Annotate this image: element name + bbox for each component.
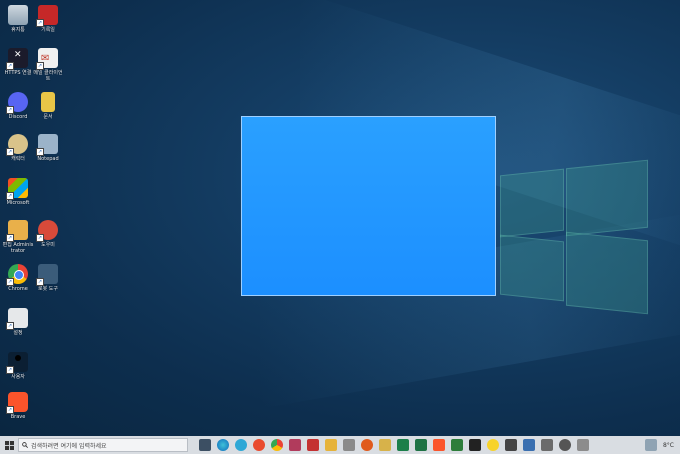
app-icon: ✕ ↗: [6, 48, 28, 70]
shortcut-arrow-icon: ↗: [36, 62, 44, 70]
shortcut-arrow-icon: ↗: [36, 234, 44, 242]
system-tray: 8°C: [642, 439, 680, 451]
desktop-icon-record[interactable]: ↗ 기록일: [33, 5, 63, 33]
app-icon[interactable]: [451, 439, 463, 451]
app-icon[interactable]: [397, 439, 409, 451]
desktop-icon-notepad[interactable]: ↗ Notepad: [33, 134, 63, 162]
desktop-icon-brave[interactable]: ↗ Brave: [3, 392, 33, 420]
shortcut-arrow-icon: ↗: [6, 106, 14, 114]
windows-icon: [4, 440, 14, 450]
icon-label: 편집 Administrator: [2, 242, 34, 254]
desktop-icon-administrator[interactable]: ↗ 편집 Administrator: [3, 220, 33, 254]
app-icon[interactable]: [253, 439, 265, 451]
shortcut-arrow-icon: ↗: [6, 406, 14, 414]
mail-icon: ✉ ↗: [36, 48, 58, 70]
excel-icon[interactable]: [415, 439, 427, 451]
icon-label: 캐릭터: [11, 156, 25, 162]
app-icon[interactable]: [469, 439, 481, 451]
icon-label: 기록일: [41, 27, 55, 33]
icon-label: Microsoft: [6, 200, 30, 206]
icon-label: 도우미: [41, 242, 55, 248]
app-icon[interactable]: [577, 439, 589, 451]
weather-text[interactable]: 8°C: [663, 442, 674, 449]
search-icon: [22, 442, 28, 448]
taskbar-search-box[interactable]: 검색하려면 여기에 입력하세요: [18, 438, 188, 452]
desktop-icon-chrome[interactable]: ↗ Chrome: [3, 264, 33, 292]
robot-icon: ↗: [36, 264, 58, 286]
microsoft-icon: ↗: [6, 178, 28, 200]
taskbar: 검색하려면 여기에 입력하세요 8°C: [0, 436, 680, 454]
shortcut-arrow-icon: ↗: [6, 192, 14, 200]
app-icon[interactable]: [289, 439, 301, 451]
task-view-icon[interactable]: [199, 439, 211, 451]
helper-icon: ↗: [36, 220, 58, 242]
folder-icon[interactable]: [379, 439, 391, 451]
recycle-bin-icon: [8, 5, 28, 25]
shortcut-arrow-icon: ↗: [6, 366, 14, 374]
desktop-icon-mail[interactable]: ✉ ↗ 메일 클라이언트: [33, 48, 63, 82]
desktop-icon-recycle-bin[interactable]: 휴지통: [3, 5, 33, 33]
icon-label: Brave: [10, 414, 26, 420]
search-app-icon[interactable]: [361, 439, 373, 451]
shortcut-arrow-icon: ↗: [36, 19, 44, 27]
character-icon: ↗: [6, 134, 28, 156]
gear-icon[interactable]: [559, 439, 571, 451]
folder-icon: [41, 92, 55, 112]
brave-icon: ↗: [6, 392, 28, 414]
search-placeholder: 검색하려면 여기에 입력하세요: [31, 442, 107, 450]
icon-label: 로봇 도구: [38, 286, 58, 292]
brave-icon[interactable]: [433, 439, 445, 451]
app-icon[interactable]: [325, 439, 337, 451]
kakaotalk-icon[interactable]: [487, 439, 499, 451]
shortcut-arrow-icon: ↗: [6, 278, 14, 286]
notepad-icon: ↗: [36, 134, 58, 156]
desktop-icon-character[interactable]: ↗ 캐릭터: [3, 134, 33, 162]
desktop-icon-settings[interactable]: ↗ 설정: [3, 308, 33, 336]
icon-label: 휴지통: [11, 27, 25, 33]
shortcut-arrow-icon: ↗: [36, 278, 44, 286]
discord-icon: ↗: [6, 92, 28, 114]
icon-label: Discord: [8, 114, 28, 120]
icon-label: HTTPS 연결: [4, 70, 32, 76]
desktop-icon-user[interactable]: ↗ 사용자: [3, 352, 33, 380]
record-icon: ↗: [36, 5, 58, 27]
chrome-icon: ↗: [6, 264, 28, 286]
shortcut-arrow-icon: ↗: [36, 148, 44, 156]
icon-label: Chrome: [8, 286, 28, 292]
chrome-icon[interactable]: [271, 439, 283, 451]
desktop-icon-helper[interactable]: ↗ 도우미: [33, 220, 63, 248]
settings-icon: ↗: [6, 308, 28, 330]
icon-label: 설정: [13, 330, 23, 336]
browser-icon[interactable]: [235, 439, 247, 451]
administrator-icon: ↗: [6, 220, 28, 242]
icon-label: Notepad: [37, 156, 59, 162]
desktop[interactable]: 휴지통 ✕ ↗ HTTPS 연결 ↗ Discord ↗ 캐릭터 ↗ Micro…: [0, 0, 680, 436]
desktop-icon-https[interactable]: ✕ ↗ HTTPS 연결: [3, 48, 33, 76]
user-icon: ↗: [6, 352, 28, 374]
app-icon[interactable]: [505, 439, 517, 451]
app-icon[interactable]: [523, 439, 535, 451]
icon-label: 메일 클라이언트: [33, 70, 63, 82]
icon-label: 사용자: [11, 374, 25, 380]
desktop-icon-discord[interactable]: ↗ Discord: [3, 92, 33, 120]
start-button[interactable]: [0, 436, 18, 454]
edge-icon[interactable]: [217, 439, 229, 451]
desktop-icon-documents[interactable]: 문서: [33, 92, 63, 120]
shortcut-arrow-icon: ↗: [6, 148, 14, 156]
app-icon[interactable]: [343, 439, 355, 451]
app-icon[interactable]: [307, 439, 319, 451]
icon-label: 문서: [43, 114, 53, 120]
app-icon[interactable]: [541, 439, 553, 451]
windows-logo-wallpaper: [500, 159, 648, 315]
shortcut-arrow-icon: ↗: [6, 62, 14, 70]
drag-selection-rectangle: [241, 116, 496, 296]
weather-icon[interactable]: [644, 439, 657, 451]
desktop-icon-microsoft[interactable]: ↗ Microsoft: [3, 178, 33, 206]
shortcut-arrow-icon: ↗: [6, 322, 14, 330]
desktop-icon-robot-tool[interactable]: ↗ 로봇 도구: [33, 264, 63, 292]
shortcut-arrow-icon: ↗: [6, 234, 14, 242]
